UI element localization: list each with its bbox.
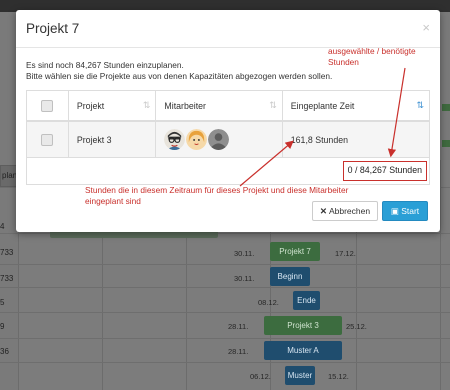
annotation-arrows [239,67,406,187]
